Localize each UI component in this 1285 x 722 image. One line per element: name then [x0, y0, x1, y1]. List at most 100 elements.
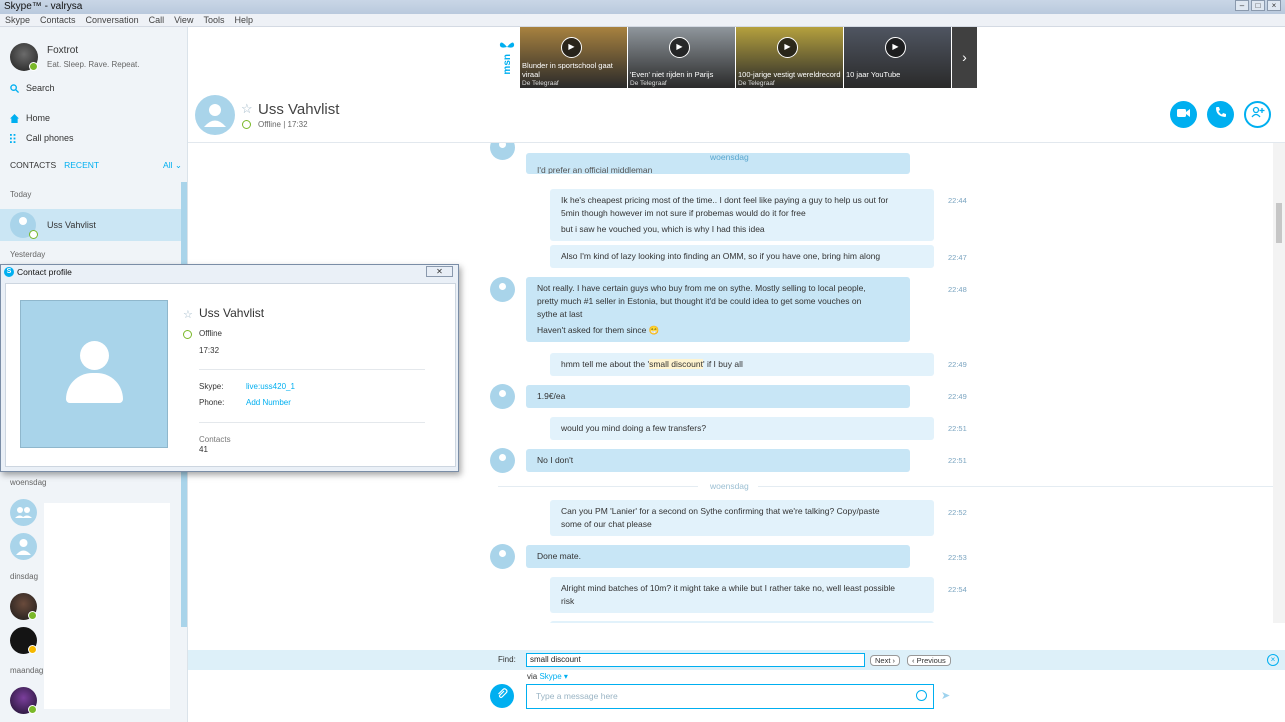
- call-phones-link[interactable]: Call phones: [10, 133, 74, 143]
- message-time: 22:53: [948, 553, 967, 562]
- message-time: 22:48: [948, 285, 967, 294]
- message-bubble[interactable]: would you mind doing a few transfers?: [550, 417, 934, 440]
- find-input[interactable]: small discount: [526, 653, 865, 667]
- message-line: Also I'm kind of lazy looking into findi…: [561, 251, 881, 261]
- message-bubble[interactable]: Can you PM 'Lanier' for a second on Syth…: [550, 500, 934, 536]
- message-line: No I don't: [537, 455, 574, 465]
- message-time: 22:54: [948, 585, 967, 594]
- menu-call[interactable]: Call: [149, 14, 165, 26]
- via-selector[interactable]: via Skype ▾: [527, 672, 568, 681]
- find-previous-button[interactable]: ‹ Previous: [907, 655, 951, 666]
- message-text: hmm tell me about the ': [561, 359, 650, 369]
- menu-tools[interactable]: Tools: [203, 14, 224, 26]
- favorite-star-icon[interactable]: ☆: [183, 308, 193, 321]
- audio-call-button[interactable]: [1207, 101, 1234, 128]
- divider: [199, 369, 425, 370]
- attach-button[interactable]: [490, 684, 514, 708]
- filter-label: All: [163, 160, 173, 170]
- video-camera-icon: [1177, 109, 1190, 117]
- dialpad-icon: [10, 133, 19, 143]
- add-people-button[interactable]: [1244, 101, 1271, 128]
- play-icon: ▶: [561, 37, 582, 58]
- via-value: Skype ▾: [539, 672, 568, 681]
- contacts-count: 41: [199, 445, 208, 454]
- divider: [199, 422, 425, 423]
- find-label: Find:: [498, 655, 516, 664]
- news-source: De Telegraaf: [522, 80, 559, 87]
- window-title: Skype™ - valrysa: [4, 1, 83, 12]
- message-line: 5min though however im not sure if probe…: [561, 208, 806, 218]
- close-button[interactable]: ×: [1267, 0, 1281, 11]
- search-link[interactable]: Search: [10, 83, 55, 93]
- filter-dropdown[interactable]: All ⌄: [163, 160, 182, 171]
- home-link[interactable]: Home: [10, 113, 50, 123]
- message-time: 22:51: [948, 456, 967, 465]
- feed-scrollbar[interactable]: [1273, 143, 1285, 623]
- online-status-icon: [29, 62, 38, 71]
- profile-name: Uss Vahvlist: [199, 306, 265, 320]
- contact-avatar: [490, 384, 515, 409]
- maximize-button[interactable]: □: [1251, 0, 1265, 11]
- scrollbar-thumb[interactable]: [1276, 203, 1282, 243]
- contact-avatar[interactable]: [10, 533, 37, 560]
- minimize-button[interactable]: –: [1235, 0, 1249, 11]
- play-icon: ▶: [669, 37, 690, 58]
- message-text: ' if I buy all: [702, 359, 743, 369]
- menu-conversation[interactable]: Conversation: [86, 14, 139, 26]
- emoticon-icon[interactable]: [916, 690, 927, 701]
- message-bubble[interactable]: 1.9€/ea: [526, 385, 910, 408]
- my-profile[interactable]: Foxtrot Eat. Sleep. Rave. Repeat.: [10, 43, 180, 75]
- profile-body: ☆ Uss Vahvlist Offline 17:32 Skype: live…: [5, 283, 456, 467]
- news-tile[interactable]: ▶ 100-jarige vestigt wereldrecord De Tel…: [736, 27, 843, 88]
- message-line: Not really. I have certain guys who buy …: [537, 283, 866, 293]
- contact-name[interactable]: Uss Vahvlist: [258, 101, 339, 118]
- video-call-button[interactable]: [1170, 101, 1197, 128]
- message-line: Alright mind batches of 10m? it might ta…: [561, 583, 896, 593]
- day-separator: woensdag: [710, 152, 749, 162]
- message-bubble[interactable]: Also I'm kind of lazy looking into findi…: [550, 245, 934, 268]
- news-tile[interactable]: ▶ 'Even' niet rijden in Parijs De Telegr…: [628, 27, 735, 88]
- profile-picture: [20, 300, 168, 448]
- profile-close-button[interactable]: ✕: [426, 266, 453, 277]
- message-line: some of our chat please: [561, 519, 652, 529]
- tab-contacts[interactable]: CONTACTS: [10, 160, 56, 170]
- message-bubble[interactable]: hmm tell me about the 'small discount' i…: [550, 353, 934, 376]
- skype-id-link[interactable]: live:uss420_1: [246, 382, 295, 391]
- message-input[interactable]: Type a message here: [526, 684, 934, 709]
- group-chat-avatar[interactable]: [10, 499, 37, 526]
- contact-avatar[interactable]: [195, 95, 235, 135]
- message-time: 22:52: [948, 508, 967, 517]
- conversation-header: ☆ Uss Vahvlist Offline | 17:32: [188, 88, 1285, 143]
- find-next-button[interactable]: Next ›: [870, 655, 901, 666]
- message-bubble[interactable]: Alright mind batches of 10m? it might ta…: [550, 577, 934, 613]
- send-icon[interactable]: ➤: [941, 689, 950, 702]
- news-tile[interactable]: ▶ Blunder in sportschool gaat viraal De …: [520, 27, 627, 88]
- contact-avatar: [490, 544, 515, 569]
- message-bubble[interactable]: Ik he's cheapest pricing most of the tim…: [550, 189, 934, 241]
- favorite-star-icon[interactable]: ☆: [241, 101, 253, 117]
- search-icon: [10, 83, 20, 93]
- news-next-button[interactable]: ›: [952, 27, 977, 88]
- message-bubble[interactable]: No I don't: [526, 449, 910, 472]
- news-source: De Telegraaf: [630, 80, 667, 87]
- menu-help[interactable]: Help: [234, 14, 253, 26]
- message-line: Done mate.: [537, 551, 581, 561]
- day-separator: woensdag: [710, 481, 749, 491]
- avatar-body-shape: [66, 373, 123, 403]
- menu-contacts[interactable]: Contacts: [40, 14, 76, 26]
- recent-item-selected[interactable]: Uss Vahvlist: [0, 209, 181, 241]
- message-line: Can you PM 'Lanier' for a second on Syth…: [561, 506, 880, 516]
- message-bubble[interactable]: Done mate.: [526, 545, 910, 568]
- online-status-icon: [28, 705, 37, 714]
- menu-skype[interactable]: Skype: [5, 14, 30, 26]
- news-tile[interactable]: ▶ 10 jaar YouTube: [844, 27, 951, 88]
- skype-logo-icon: S: [4, 267, 14, 277]
- add-number-link[interactable]: Add Number: [246, 398, 291, 407]
- menu-view[interactable]: View: [174, 14, 193, 26]
- via-label: via: [527, 672, 538, 681]
- message-time: 22:49: [948, 392, 967, 401]
- tab-recent[interactable]: RECENT: [64, 160, 99, 170]
- close-find-icon[interactable]: ×: [1267, 654, 1279, 666]
- message-bubble[interactable]: Not really. I have certain guys who buy …: [526, 277, 910, 342]
- news-bar: msn ▶ Blunder in sportschool gaat viraal…: [495, 27, 980, 88]
